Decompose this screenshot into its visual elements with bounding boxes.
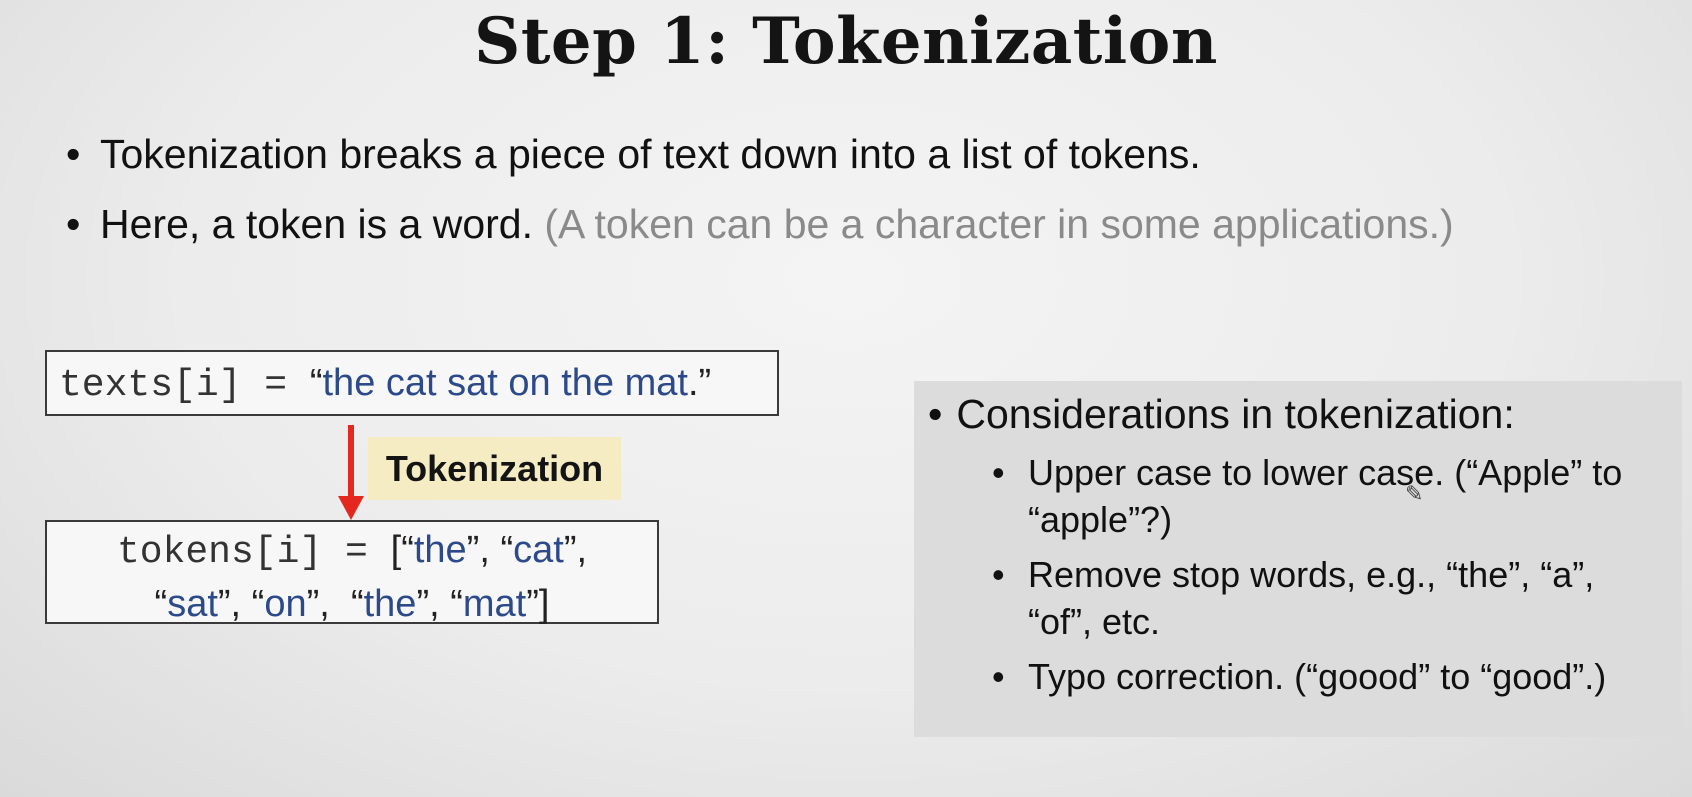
pencil-cursor-icon: ✎ xyxy=(1405,481,1424,506)
token: the xyxy=(363,583,417,625)
open-quote: “ xyxy=(309,362,323,404)
token: cat xyxy=(513,529,564,571)
down-arrow-icon xyxy=(338,496,364,520)
bullet-aside: (A token can be a character in some appl… xyxy=(544,201,1454,247)
texts-code-box: texts[i] = “the cat sat on the mat.” xyxy=(45,350,779,416)
token: mat xyxy=(462,583,527,625)
bullet-text: Here, a token is a word. xyxy=(100,201,545,247)
down-arrow-shaft xyxy=(348,425,354,501)
tokens-line-1: tokens[i] = [“the”, “cat”, xyxy=(116,529,588,574)
bullet-text: Tokenization breaks a piece of text down… xyxy=(100,131,1201,177)
token: on xyxy=(264,583,307,625)
tokens-code-box: tokens[i] = [“the”, “cat”, “sat”, “on”, … xyxy=(45,520,659,625)
considerations-heading: Considerations in tokenization: xyxy=(928,389,1514,439)
considerations-list: Upper case to lower case. (“Apple” to “a… xyxy=(992,449,1652,700)
slide-title: Step 1: Tokenization xyxy=(474,4,1218,79)
close-quote: .” xyxy=(687,362,712,404)
intro-bullets: Tokenization breaks a piece of text down… xyxy=(66,130,1454,270)
token: the xyxy=(413,529,467,571)
consideration-item: Typo correction. (“goood” to “good”.) xyxy=(992,653,1652,700)
consideration-item: Remove stop words, e.g., “the”, “a”, “of… xyxy=(992,551,1652,645)
bullet-definition: Tokenization breaks a piece of text down… xyxy=(66,130,1454,178)
consideration-item: Upper case to lower case. (“Apple” to “a… xyxy=(992,449,1652,543)
considerations-panel: Considerations in tokenization: Upper ca… xyxy=(914,381,1682,737)
token: sat xyxy=(167,583,218,625)
texts-code: texts[i] = xyxy=(59,364,310,407)
tokens-line-2: “sat”, “on”, “the”, “mat”] xyxy=(154,583,550,625)
text-string: the cat sat on the mat xyxy=(322,362,688,404)
tokenization-label: Tokenization xyxy=(368,437,621,500)
bullet-token-word: Here, a token is a word. (A token can be… xyxy=(66,200,1454,248)
tokens-code: tokens[i] = xyxy=(116,531,391,574)
